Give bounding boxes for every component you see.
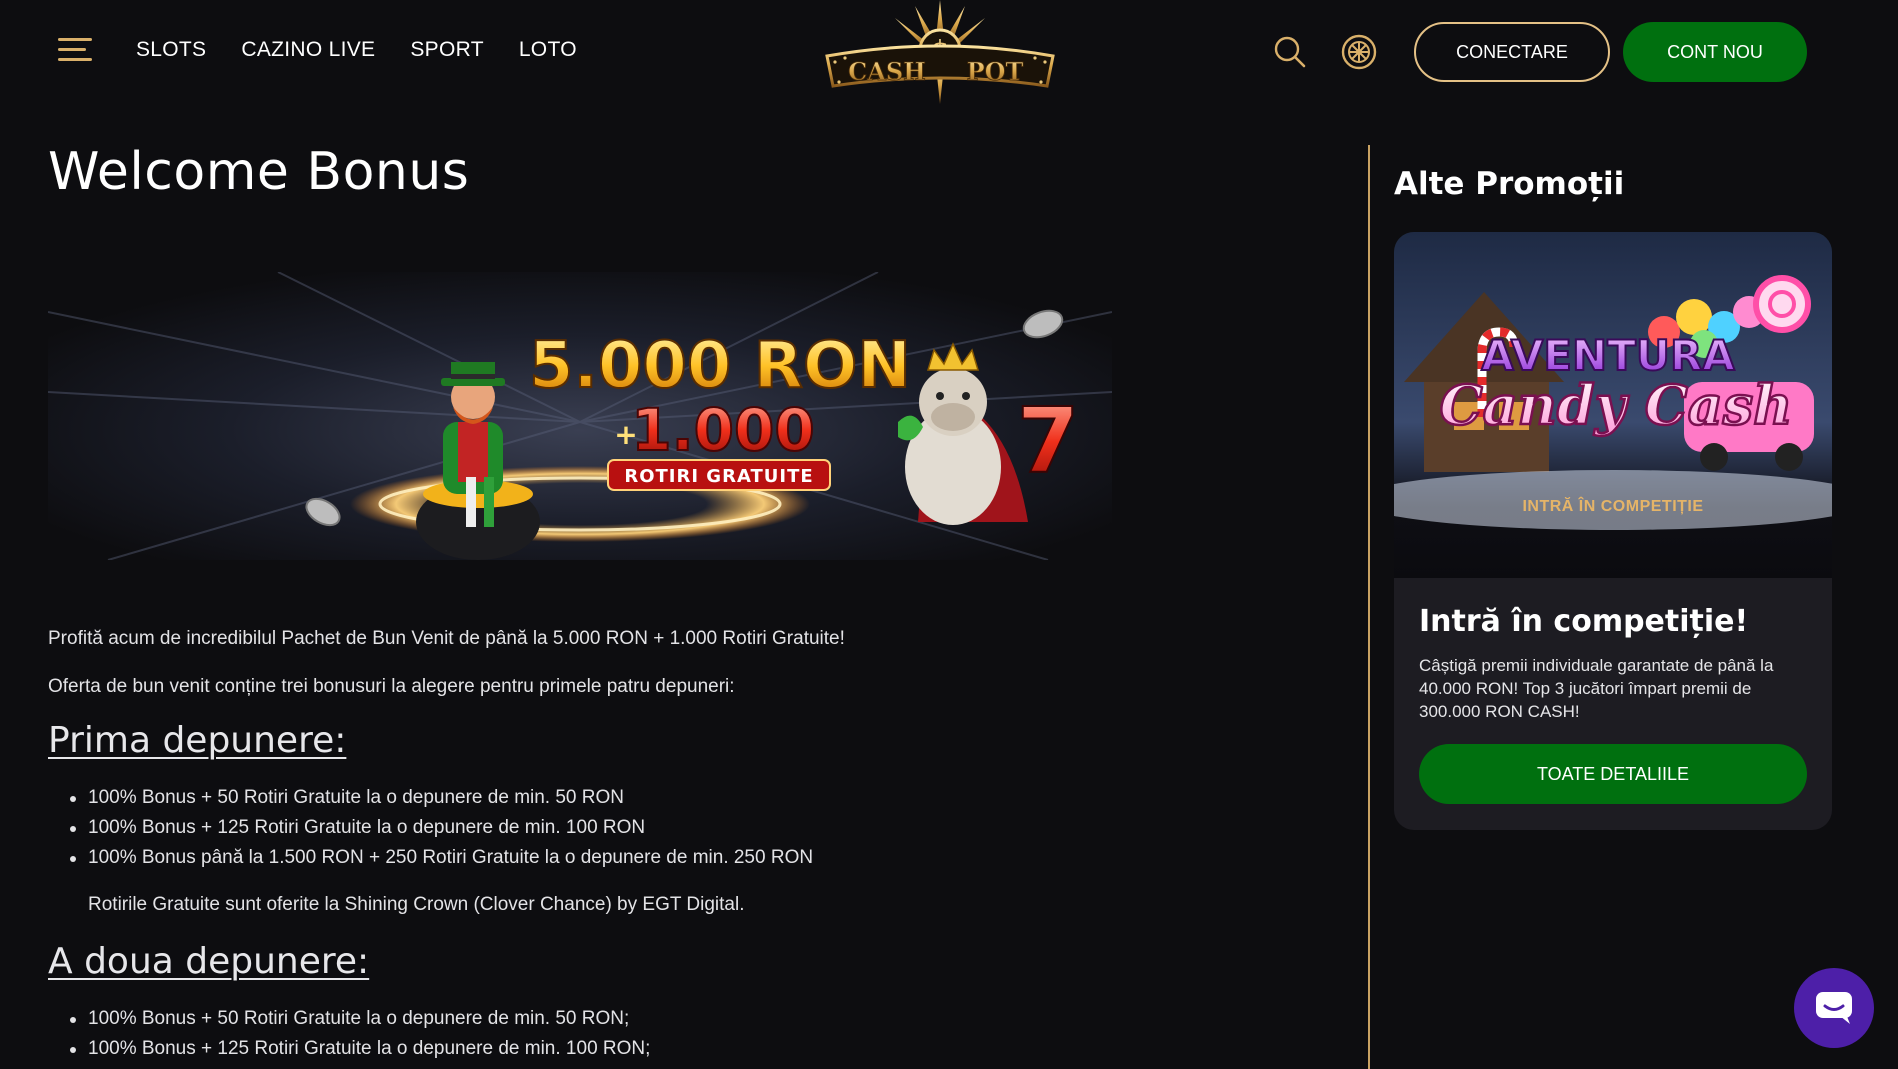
promo-image-cta[interactable]: INTRĂ ÎN COMPETIȚIE	[1394, 498, 1832, 516]
first-deposit-list: 100% Bonus + 50 Rotiri Gratuite la o dep…	[69, 783, 813, 873]
list-item: 100% Bonus până la 1.500 RON + 250 Rotir…	[69, 843, 813, 873]
welcome-bonus-banner[interactable]: 5.000 RON + 1.000 ROTIRI GRATUITE 7	[48, 272, 1112, 560]
section-heading-second-deposit: A doua depunere:	[48, 941, 370, 982]
site-header: SLOTS CAZINO LIVE SPORT LOTO $	[0, 0, 1898, 104]
cashpot-logo[interactable]: $ CASH POT	[815, 0, 1065, 104]
main-nav: SLOTS CAZINO LIVE SPORT LOTO	[136, 38, 577, 62]
promo-image-title-2: Candy Cash	[1440, 373, 1793, 437]
list-item: 100% Bonus + 50 Rotiri Gratuite la o dep…	[69, 1004, 650, 1034]
search-icon[interactable]	[1272, 34, 1308, 70]
intro-text-2: Oferta de bun venit conține trei bonusur…	[48, 676, 735, 697]
page-title: Welcome Bonus	[48, 142, 470, 202]
banner-amount: 5.000 RON	[529, 329, 911, 403]
chat-button[interactable]	[1794, 968, 1874, 1048]
logo-pot-text: POT	[967, 57, 1024, 86]
promo-image-candy-cash[interactable]: AVENTURA Candy Cash	[1394, 232, 1832, 578]
second-deposit-list: 100% Bonus + 50 Rotiri Gratuite la o dep…	[69, 1004, 650, 1064]
login-button[interactable]: CONECTARE	[1414, 22, 1610, 82]
register-button[interactable]: CONT NOU	[1623, 22, 1807, 82]
promo-card[interactable]: AVENTURA Candy Cash INTRĂ ÎN COMPETIȚIE …	[1394, 232, 1832, 830]
wheel-icon[interactable]	[1340, 33, 1378, 71]
sidebar-divider	[1368, 145, 1370, 1069]
nav-slots[interactable]: SLOTS	[136, 38, 206, 62]
free-spins-note: Rotirile Gratuite sunt oferite la Shinin…	[88, 894, 745, 915]
svg-text:7: 7	[1017, 389, 1080, 494]
menu-icon[interactable]	[58, 38, 92, 64]
promo-heading: Intră în competiție!	[1419, 604, 1749, 639]
logo-cash-text: CASH	[848, 57, 926, 86]
banner-spins-count: 1.000	[631, 396, 814, 464]
banner-spins-label: ROTIRI GRATUITE	[624, 466, 813, 487]
nav-cazino-live[interactable]: CAZINO LIVE	[241, 38, 375, 62]
promo-details-button[interactable]: TOATE DETALIILE	[1419, 744, 1807, 804]
nav-loto[interactable]: LOTO	[519, 38, 577, 62]
section-heading-first-deposit: Prima depunere:	[48, 720, 347, 761]
chat-icon	[1816, 992, 1852, 1024]
intro-text-1: Profită acum de incredibilul Pachet de B…	[48, 628, 845, 649]
list-item: 100% Bonus + 125 Rotiri Gratuite la o de…	[69, 813, 813, 843]
sidebar-title: Alte Promoții	[1394, 166, 1625, 202]
list-item: 100% Bonus + 125 Rotiri Gratuite la o de…	[69, 1034, 650, 1064]
promo-description: Câștigă premii individuale garantate de …	[1419, 656, 1774, 721]
nav-sport[interactable]: SPORT	[410, 38, 483, 62]
list-item: 100% Bonus + 50 Rotiri Gratuite la o dep…	[69, 783, 813, 813]
